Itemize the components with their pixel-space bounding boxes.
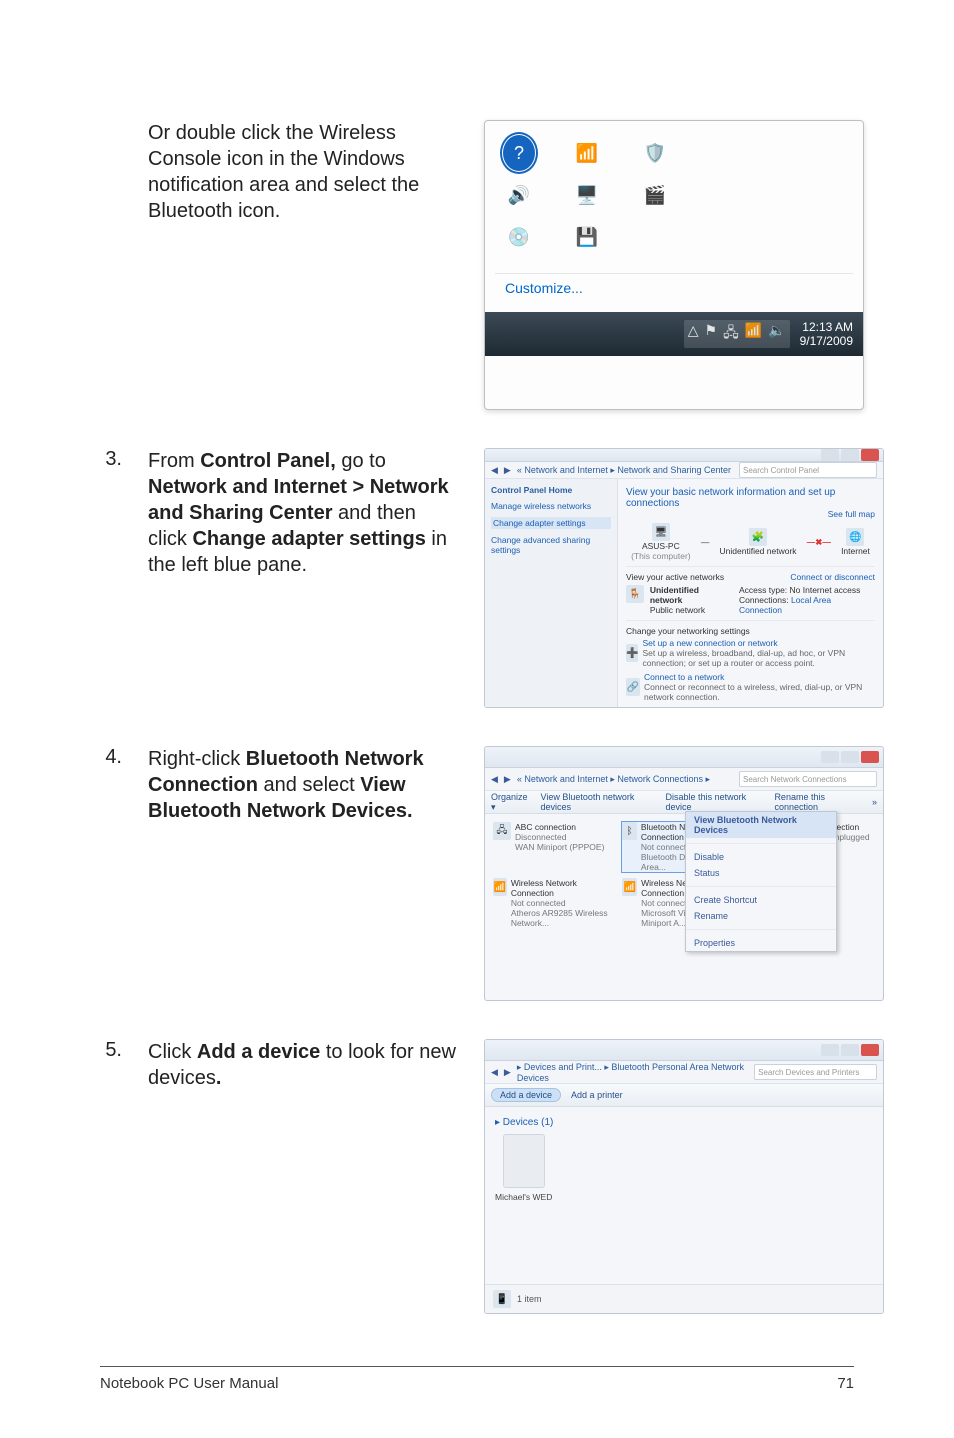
organize-menu: Organize ▾ [491,792,530,813]
full-map-link: See full map [626,509,875,519]
devices-printers-screenshot: ◀ ▶ ▸ Devices and Print... ▸ Bluetooth P… [484,1039,884,1314]
ctx-shortcut: Create Shortcut [686,892,836,908]
step3-text: From Control Panel, go to Network and In… [148,448,458,578]
add-printer-button: Add a printer [571,1090,623,1100]
question-icon: ? [503,137,535,169]
view-bt-devices: View Bluetooth network devices [540,792,655,812]
disc-icon: 💿 [503,221,535,253]
fwd-icon: ▶ [504,1067,511,1078]
more-chevron-icon: » [872,797,877,807]
setup-icon: ➕ [626,644,638,662]
pc-icon: 🖥 [652,523,670,541]
ctx-status: Status [686,865,836,881]
ctx-disable: Disable [686,849,836,865]
tray-net-icon: 🖧 [723,322,739,346]
monitor-icon: 🖥️ [571,179,603,211]
network-connections-screenshot: ◀ ▶ « Network and Internet ▸ Network Con… [484,746,884,1001]
phone-icon [503,1134,545,1188]
connect-disconnect-link: Connect or disconnect [790,572,875,582]
phone-small-icon: 📱 [493,1290,511,1308]
breadcrumb: « Network and Internet ▸ Network Connect… [517,774,710,785]
side-link-sharing: Change advanced sharing settings [491,535,611,555]
shield-icon: 🛡️ [639,137,671,169]
tray-vol-icon: 🔈 [768,322,785,346]
add-device-button: Add a device [491,1088,561,1102]
disable-device: Disable this network device [666,792,765,812]
main-heading: View your basic network information and … [626,487,875,509]
card-icon: 💾 [571,221,603,253]
video-icon: 🎬 [639,179,671,211]
rename-conn: Rename this connection [774,792,862,812]
bench-icon: 🪑 [626,585,644,603]
search-input: Search Devices and Printers [754,1064,877,1080]
tray-popup-screenshot: ? 📶 🛡️ 🔊 🖥️ 🎬 💿 💾 Customize... △ ⚑ 🖧 [484,120,864,410]
search-input: Search Network Connections [739,771,877,787]
fwd-icon: ▶ [504,465,511,476]
net-icon: 🧩 [749,528,767,546]
footer-page: 71 [837,1375,854,1392]
connect-icon: 🔗 [626,678,640,696]
breadcrumb: ▸ Devices and Print... ▸ Bluetooth Perso… [517,1062,748,1083]
context-menu: View Bluetooth Network Devices Disable S… [685,811,837,952]
cp-home: Control Panel Home [491,485,611,495]
back-icon: ◀ [491,465,498,476]
customize-link: Customize... [495,273,853,302]
intro-text: Or double click the Wireless Console ico… [148,120,458,224]
device-name: Michael's WED [495,1192,552,1202]
tray-flag-icon: ⚑ [705,322,718,346]
conn-abc: 🖧ABC connectionDisconnectedWAN Miniport … [493,822,616,872]
tray-signal-icon: 📶 [745,322,762,346]
fwd-icon: ▶ [504,774,511,785]
ctx-rename: Rename [686,908,836,924]
step4-number: 4. [100,746,122,769]
breadcrumb: « Network and Internet ▸ Network and Sha… [517,465,731,476]
globe-icon: 🌐 [846,528,864,546]
step3-number: 3. [100,448,122,471]
device-tile: Michael's WED [495,1134,552,1202]
ctx-view-bt: View Bluetooth Network Devices [686,812,836,838]
footer-title: Notebook PC User Manual [100,1375,278,1392]
speaker-icon: 🔊 [503,179,535,211]
conn-wlan: 📶Wireless Network ConnectionNot connecte… [493,878,616,928]
step5-number: 5. [100,1039,122,1062]
status-text: 1 item [517,1294,542,1304]
network-sharing-center-screenshot: ◀ ▶ « Network and Internet ▸ Network and… [484,448,884,708]
side-link-wireless: Manage wireless networks [491,501,611,511]
clock-date: 9/17/2009 [800,334,853,348]
device-icon: 📶 [571,137,603,169]
ctx-props: Properties [686,935,836,951]
step5-text: Click Add a device to look for new devic… [148,1039,458,1091]
clock-time: 12:13 AM [800,320,853,334]
side-link-adapter: Change adapter settings [491,517,611,529]
back-icon: ◀ [491,1067,498,1078]
step4-text: Right-click Bluetooth Network Connection… [148,746,458,824]
tray-up-icon: △ [688,322,699,346]
devices-category: ▸ Devices (1) [495,1117,873,1128]
search-input: Search Control Panel [739,462,877,478]
back-icon: ◀ [491,774,498,785]
